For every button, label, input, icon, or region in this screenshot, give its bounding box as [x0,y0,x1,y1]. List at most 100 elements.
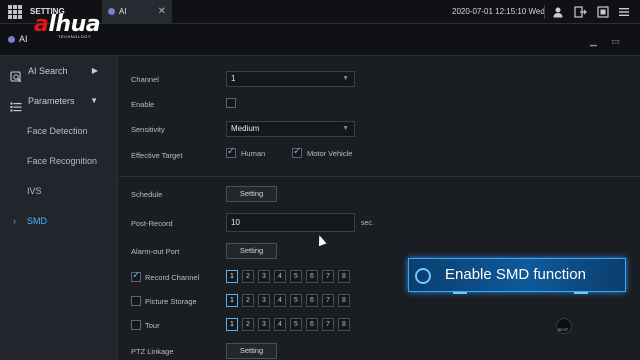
page-title-label: AI [19,34,28,44]
channel-button[interactable]: 6 [306,270,318,283]
minimize-icon[interactable]: ▁ [590,36,603,46]
channel-button[interactable]: 7 [322,294,334,307]
channel-select[interactable]: 1 ▼ [226,71,355,87]
record-channel-selector: 1 2 3 4 5 6 7 8 [226,270,350,283]
sensitivity-select[interactable]: Medium ▼ [226,121,355,137]
smd-tutorial-banner: Enable SMD function [408,258,626,294]
brand-logo: alhua TECHNOLOGY [34,12,101,40]
search-icon [10,65,22,83]
picture-storage-label: Picture Storage [145,297,197,306]
window-icon[interactable]: ▭ [611,36,626,46]
list-icon [10,95,22,112]
user-icon[interactable] [552,6,564,18]
channel-button[interactable]: 1 [226,318,238,331]
video-timestamp-badge: 00:37 [556,318,572,334]
chevron-down-icon: ▼ [342,75,349,82]
channel-button[interactable]: 8 [338,294,350,307]
logo-wordmark: alhua [34,12,101,37]
datetime-display: 2020-07-01 12:15:10 Wed [452,7,545,16]
post-record-label: Post-Record [131,219,173,228]
alarm-out-port-label: Alarm-out Port [131,247,180,256]
video-timestamp: 00:37 [558,327,569,332]
channel-button[interactable]: 2 [242,318,254,331]
picture-storage-checkbox[interactable] [131,296,141,306]
record-channel-checkbox[interactable] [131,270,141,282]
enable-checkbox[interactable] [226,98,236,108]
motor-vehicle-label: Motor Vehicle [307,149,353,158]
sidebar-item-label: Parameters [28,96,75,106]
main-menu-grid-icon[interactable] [8,5,22,19]
channel-button[interactable]: 5 [290,318,302,331]
ptz-linkage-setting-button[interactable]: Setting [226,343,277,359]
sidebar-item-label: SMD [27,216,47,226]
post-record-unit: sec. [361,220,374,227]
channel-button[interactable]: 7 [322,270,334,283]
sidebar: AI Search ▶ Parameters ▼ Face Detection … [0,56,118,360]
sidebar-item-ai-search[interactable]: AI Search ▶ [0,56,118,86]
picture-storage-selector: 1 2 3 4 5 6 7 8 [226,294,350,307]
channel-button[interactable]: 8 [338,270,350,283]
tab-ai-label: AI [119,7,127,16]
ai-icon [8,36,15,43]
ring-icon [415,268,431,284]
channel-button[interactable]: 6 [306,318,318,331]
banner-accent [453,292,467,294]
section-divider [119,176,640,177]
sidebar-item-ivs[interactable]: IVS [0,176,118,206]
page-title: AI [8,34,28,44]
channel-button[interactable]: 5 [290,294,302,307]
divider [544,5,545,19]
sidebar-item-face-recognition[interactable]: Face Recognition [0,146,118,176]
human-label: Human [241,149,266,158]
channel-button[interactable]: 7 [322,318,334,331]
channel-button[interactable]: 3 [258,294,270,307]
chevron-down-icon: ▼ [90,96,98,105]
close-icon[interactable]: ✕ [158,0,166,24]
window-controls[interactable]: ▁ ▭ [590,36,626,47]
schedule-setting-button[interactable]: Setting [226,186,277,202]
effective-target-label: Effective Target [131,151,183,160]
sidebar-item-smd[interactable]: › SMD [0,206,118,236]
post-record-input[interactable]: 10 [226,213,355,232]
fullscreen-icon[interactable] [597,6,609,18]
menu-icon[interactable] [618,6,630,18]
sensitivity-value: Medium [231,124,260,133]
sidebar-item-face-detection[interactable]: Face Detection [0,116,118,146]
sidebar-item-label: AI Search [28,66,68,76]
enable-label: Enable [131,100,155,109]
channel-button[interactable]: 1 [226,270,238,283]
chevron-down-icon: ▼ [342,125,349,132]
chevron-right-icon: › [13,216,16,226]
channel-button[interactable]: 3 [258,270,270,283]
alarm-out-setting-button[interactable]: Setting [226,243,277,259]
ai-icon [108,8,115,15]
banner-accent [574,292,588,294]
channel-button[interactable]: 6 [306,294,318,307]
chevron-right-icon: ▶ [91,66,98,75]
channel-button[interactable]: 1 [226,294,238,307]
channel-value: 1 [231,74,236,83]
channel-button[interactable]: 8 [338,318,350,331]
tab-ai[interactable]: AI ✕ [102,0,172,24]
tour-selector: 1 2 3 4 5 6 7 8 [226,318,350,331]
channel-button[interactable]: 4 [274,294,286,307]
sensitivity-label: Sensitivity [131,125,165,134]
sidebar-item-parameters[interactable]: Parameters ▼ [0,86,118,116]
channel-button[interactable]: 2 [242,294,254,307]
tour-checkbox[interactable] [131,320,141,330]
record-channel-label: Record Channel [145,273,200,282]
channel-button[interactable]: 3 [258,318,270,331]
channel-label: Channel [131,75,159,84]
human-checkbox[interactable] [226,146,236,158]
banner-text: Enable SMD function [445,266,586,283]
channel-button[interactable]: 4 [274,318,286,331]
smd-settings-panel: Channel 1 ▼ Enable Sensitivity Medium ▼ … [119,56,640,360]
ptz-linkage-label: PTZ Linkage [131,347,174,356]
channel-button[interactable]: 4 [274,270,286,283]
channel-button[interactable]: 2 [242,270,254,283]
tour-label: Tour [145,321,160,330]
channel-button[interactable]: 5 [290,270,302,283]
motor-vehicle-checkbox[interactable] [292,146,302,158]
schedule-label: Schedule [131,190,163,199]
logout-icon[interactable] [574,6,587,18]
